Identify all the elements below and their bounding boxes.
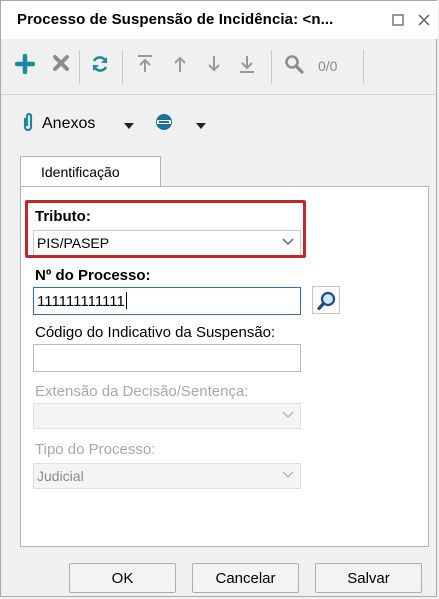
attachments-bar: Anexos xyxy=(1,104,438,144)
numero-processo-value: 111111111111 xyxy=(37,293,125,310)
cancel-button[interactable]: Cancelar xyxy=(192,563,299,593)
extensao-decisao-label: Extensão da Decisão/Sentença: xyxy=(35,383,249,400)
move-first-icon[interactable] xyxy=(133,54,157,78)
title-bar[interactable]: Processo de Suspensão de Incidência: <n.… xyxy=(1,1,438,39)
close-icon[interactable] xyxy=(413,9,435,31)
move-up-icon[interactable] xyxy=(168,54,192,78)
toolbar: 0/0 xyxy=(1,42,438,90)
delete-icon[interactable] xyxy=(49,54,73,78)
tributo-highlight-box xyxy=(25,200,306,258)
numero-processo-label: Nº do Processo: xyxy=(35,267,151,284)
chevron-down-icon xyxy=(282,411,294,418)
chevron-down-icon xyxy=(282,471,294,478)
chevron-down-icon[interactable] xyxy=(124,117,134,129)
tab-label: Identificação xyxy=(41,164,120,180)
codigo-indicativo-label: Código do Indicativo da Suspensão: xyxy=(35,324,276,341)
extensao-decisao-select[interactable] xyxy=(33,403,301,429)
search-process-button[interactable] xyxy=(312,286,340,314)
numero-processo-input[interactable]: 111111111111 xyxy=(33,287,301,315)
ok-button[interactable]: OK xyxy=(69,563,176,593)
search-icon[interactable] xyxy=(282,54,306,78)
chevron-down-icon[interactable] xyxy=(196,117,206,129)
add-icon[interactable] xyxy=(13,53,37,78)
search-icon xyxy=(317,291,336,311)
refresh-icon[interactable] xyxy=(88,54,112,78)
tab-identificacao[interactable]: Identificação xyxy=(20,156,161,187)
move-down-icon[interactable] xyxy=(202,54,226,78)
attachments-button[interactable]: Anexos xyxy=(42,115,95,133)
dialog-window: Processo de Suspensão de Incidência: <n.… xyxy=(0,0,438,597)
tipo-processo-label: Tipo do Processo: xyxy=(35,441,156,458)
tipo-processo-select[interactable]: Judicial xyxy=(33,463,301,489)
codigo-indicativo-input[interactable] xyxy=(33,344,301,372)
window-title: Processo de Suspensão de Incidência: <n.… xyxy=(17,11,334,28)
eye-icon[interactable] xyxy=(154,113,176,131)
save-button[interactable]: Salvar xyxy=(315,563,422,593)
paperclip-icon xyxy=(21,112,35,132)
tipo-processo-value: Judicial xyxy=(37,468,84,484)
maximize-icon[interactable] xyxy=(387,9,409,31)
search-count: 0/0 xyxy=(318,58,338,74)
move-last-icon[interactable] xyxy=(235,54,259,78)
